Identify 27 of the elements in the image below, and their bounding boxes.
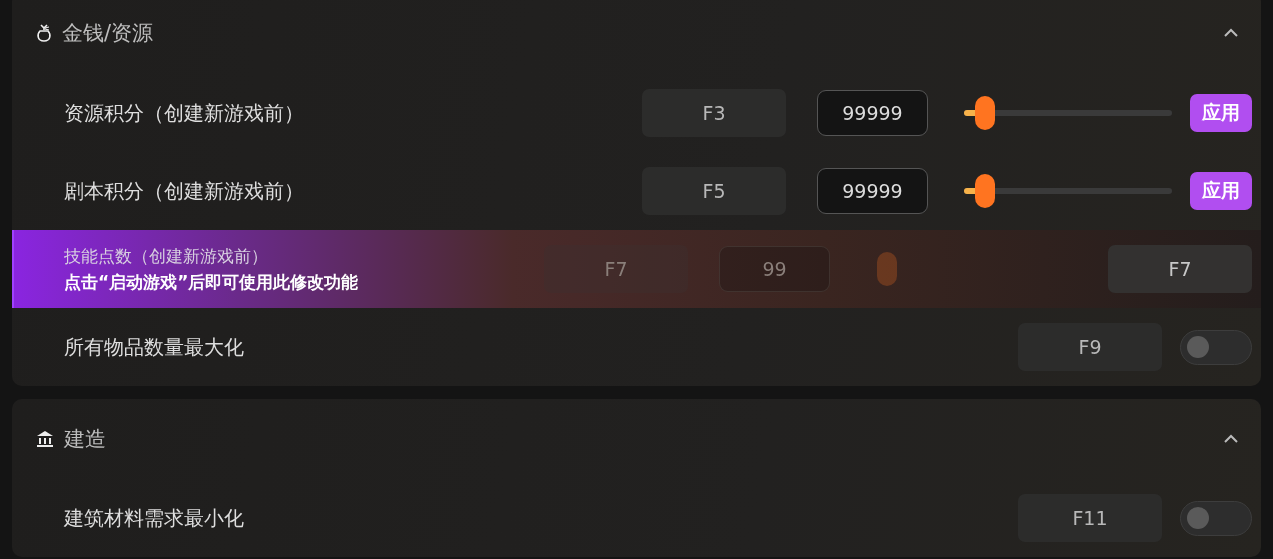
toggle-switch[interactable]: [1180, 500, 1252, 536]
apply-button[interactable]: 应用: [1190, 94, 1252, 132]
value-slider[interactable]: [964, 96, 1172, 130]
value-input[interactable]: 99999: [817, 168, 928, 214]
value-slider[interactable]: [964, 174, 1172, 208]
apply-button[interactable]: 应用: [1190, 172, 1252, 210]
toggle-switch[interactable]: [1180, 329, 1252, 365]
hotkey-label: F11: [1018, 494, 1162, 542]
hotkey-label: F5: [642, 167, 786, 215]
setting-label: 剧本积分（创建新游戏前）: [64, 177, 305, 205]
hotkey-label: F7: [544, 245, 688, 293]
chevron-up-icon[interactable]: [1223, 28, 1239, 38]
setting-label: 建筑材料需求最小化: [64, 504, 245, 532]
hotkey-button[interactable]: F7: [1108, 245, 1252, 293]
setting-label: 资源积分（创建新游戏前）: [64, 99, 305, 127]
hotkey-label: F3: [642, 89, 786, 137]
chevron-up-icon[interactable]: [1223, 434, 1239, 444]
slider-thumb: [876, 252, 897, 286]
money-bag-icon: [36, 23, 52, 43]
value-input[interactable]: 99999: [817, 90, 928, 136]
section-title: 建造: [64, 426, 107, 453]
bank-icon: [36, 430, 54, 448]
section-title: 金钱/资源: [62, 20, 155, 47]
hotkey-label: F9: [1018, 323, 1162, 371]
setting-label: 所有物品数量最大化: [64, 333, 245, 361]
setting-label: 技能点数（创建新游戏前）: [64, 244, 269, 268]
notice-text: 点击“启动游戏”后即可使用此修改功能: [64, 270, 360, 294]
